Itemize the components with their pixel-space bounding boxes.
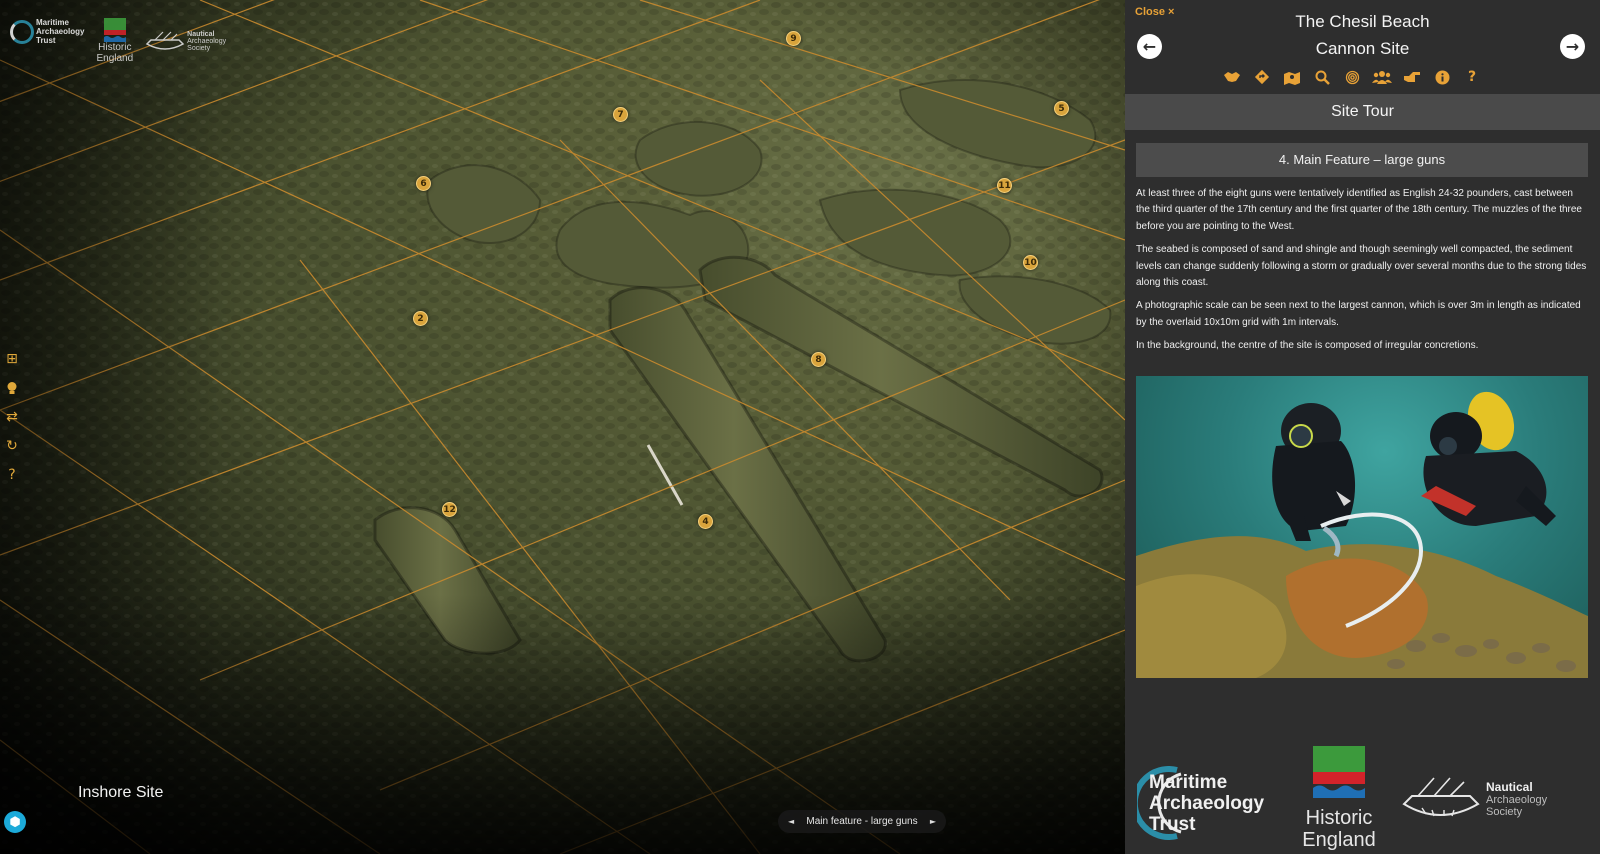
direction-sign-icon[interactable] — [1252, 68, 1272, 86]
viewer-toolbar: ⊞ ⇄ ↻ ? — [4, 350, 20, 484]
search-icon[interactable] — [1312, 68, 1332, 86]
annotation-hotspot-9[interactable]: 9 — [786, 31, 801, 46]
users-icon[interactable] — [1372, 68, 1392, 86]
3d-viewer[interactable]: 9 7 5 6 11 10 2 8 12 4 Maritime Archaeol… — [0, 0, 1125, 854]
annotation-hotspot-2[interactable]: 2 — [413, 311, 428, 326]
current-annotation-label: Main feature - large guns — [806, 816, 918, 827]
annotation-hotspot-4[interactable]: 4 — [698, 514, 713, 529]
nautical-archaeology-society-logo: Nautical Archaeology Society — [1400, 774, 1547, 824]
partner-logos: Maritime Archaeology Trust Historic Engl… — [1125, 738, 1600, 854]
next-stop-button[interactable]: → — [1560, 34, 1585, 59]
historic-england-flag-icon — [1313, 746, 1365, 798]
lightbulb-icon[interactable] — [4, 379, 20, 397]
maritime-archaeology-trust-logo: Maritime Archaeology Trust — [10, 18, 84, 45]
annotation-navigator: ◄ Main feature - large guns ► — [778, 810, 946, 833]
annotation-hotspot-8[interactable]: 8 — [811, 352, 826, 367]
map-pin-icon[interactable] — [1282, 68, 1302, 86]
historic-england-logo: Historic England — [1299, 746, 1379, 851]
help-icon[interactable]: ? — [4, 466, 20, 484]
refresh-icon[interactable]: ↻ — [4, 437, 20, 455]
annotation-hotspot-11[interactable]: 11 — [997, 178, 1012, 193]
swap-icon[interactable]: ⇄ — [4, 408, 20, 426]
annotation-hotspot-12[interactable]: 12 — [442, 502, 457, 517]
description-paragraph: In the background, the centre of the sit… — [1136, 340, 1479, 352]
annotation-hotspot-6[interactable]: 6 — [416, 176, 431, 191]
diver-photo[interactable] — [1136, 376, 1588, 678]
historic-england-flag-icon — [103, 18, 126, 42]
feature-title: 4. Main Feature – large guns — [1136, 143, 1588, 177]
prev-annotation-button[interactable]: ◄ — [788, 817, 794, 826]
question-icon[interactable]: ? — [1462, 68, 1482, 86]
historic-england-logo: Historic England — [96, 18, 133, 64]
section-heading: Site Tour — [1125, 94, 1600, 130]
description-paragraph: At least three of the eight guns were te… — [1136, 188, 1582, 232]
feature-description: At least three of the eight guns were te… — [1136, 186, 1588, 362]
viewer-logos: Maritime Archaeology Trust Historic Engl… — [10, 18, 226, 64]
annotation-hotspot-10[interactable]: 10 — [1023, 255, 1038, 270]
annotation-hotspot-7[interactable]: 7 — [613, 107, 628, 122]
maritime-archaeology-trust-logo: Maritime Archaeology Trust — [1137, 766, 1264, 840]
handshake-icon[interactable] — [1222, 68, 1242, 86]
annotation-hotspot-5[interactable]: 5 — [1054, 101, 1069, 116]
description-paragraph: The seabed is composed of sand and shing… — [1136, 244, 1587, 289]
nautical-archaeology-society-logo: Nautical Archaeology Society — [145, 30, 226, 52]
panel-header: Close × The Chesil Beach Cannon Site ← → — [1125, 0, 1600, 96]
sketchfab-logo-icon[interactable]: ⬢ — [4, 811, 26, 833]
prev-stop-button[interactable]: ← — [1137, 34, 1162, 59]
mat-ring-icon — [10, 19, 34, 44]
seabed-model[interactable] — [0, 0, 1125, 854]
next-annotation-button[interactable]: ► — [930, 817, 936, 826]
site-label: Inshore Site — [78, 784, 164, 801]
info-icon[interactable] — [1432, 68, 1452, 86]
fingerprint-icon[interactable] — [1342, 68, 1362, 86]
description-paragraph: A photographic scale can be seen next to… — [1136, 300, 1581, 328]
grid-icon[interactable]: ⊞ — [4, 350, 20, 368]
info-panel: Close × The Chesil Beach Cannon Site ← → — [1125, 0, 1600, 854]
nas-ship-icon — [1402, 777, 1480, 817]
pointing-hand-icon[interactable] — [1402, 68, 1422, 86]
panel-title: The Chesil Beach Cannon Site — [1295, 12, 1430, 58]
diver-right — [1421, 391, 1556, 526]
panel-icon-bar: ? — [1222, 68, 1482, 86]
nas-ship-icon — [145, 31, 185, 50]
